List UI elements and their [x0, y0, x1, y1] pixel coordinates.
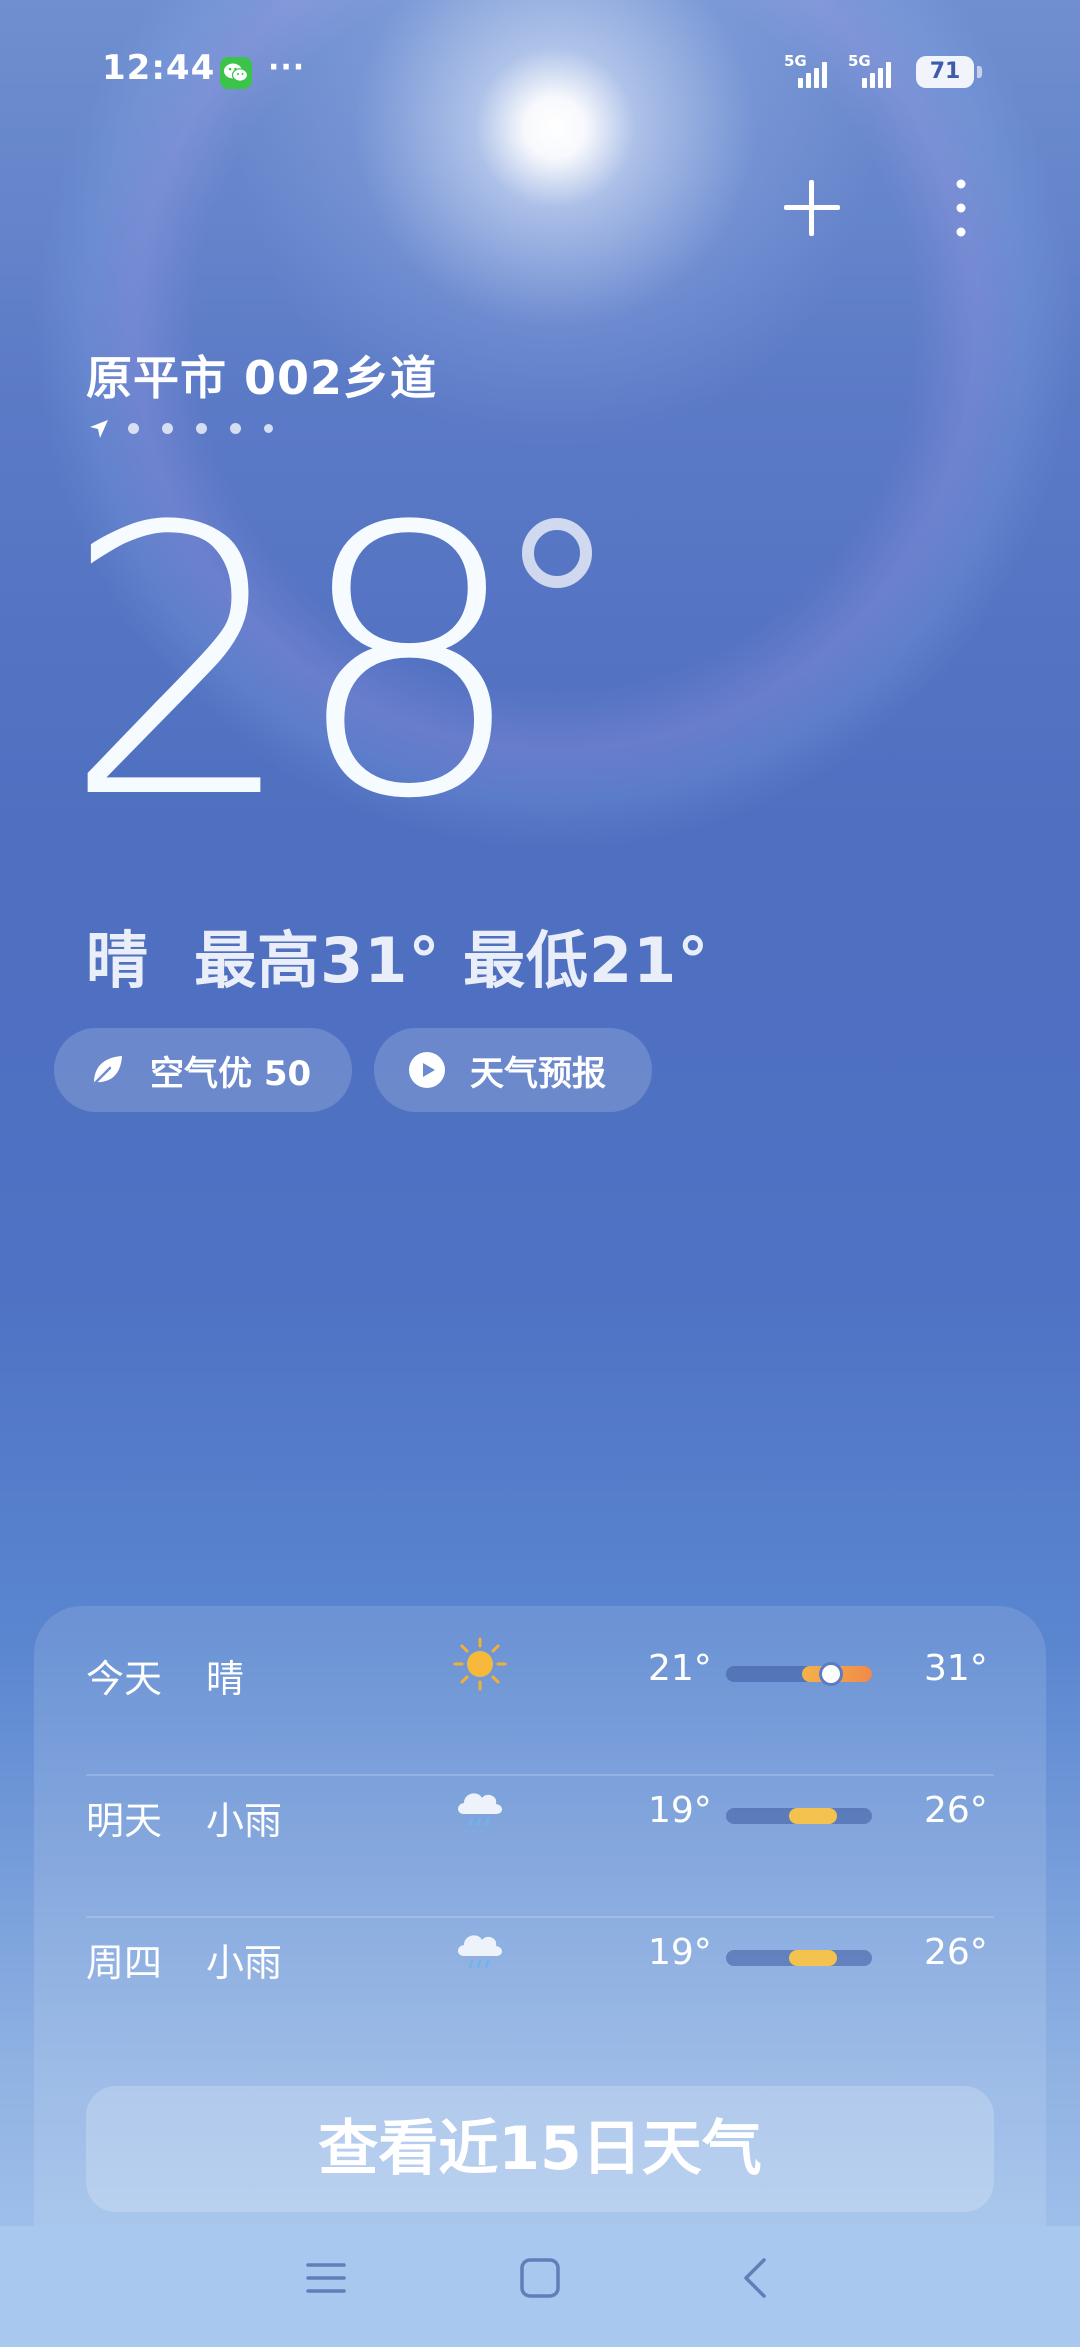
- weather-forecast-video-pill[interactable]: 天气预报: [374, 1028, 652, 1112]
- current-temperature-marker: [822, 1665, 841, 1683]
- menu-icon[interactable]: [306, 2256, 346, 2300]
- page-dot: [196, 423, 207, 434]
- temperature-range-fill: [788, 1950, 837, 1966]
- forecast-day: 明天: [86, 1799, 163, 1843]
- air-quality-label: 空气优 50: [150, 1053, 312, 1094]
- air-quality-pill[interactable]: 空气优 50: [54, 1028, 352, 1112]
- forecast-day: 周四: [86, 1941, 163, 1985]
- home-icon[interactable]: [519, 2256, 561, 2300]
- forecast-high: 26°: [924, 1790, 988, 1831]
- weather-forecast-label: 天气预报: [470, 1053, 606, 1094]
- forecast-condition: 小雨: [206, 1941, 283, 1985]
- forecast-row[interactable]: 明天 小雨 19° 26°: [34, 1748, 1046, 1888]
- add-city-button[interactable]: [782, 178, 842, 238]
- forecast-low: 19°: [648, 1790, 712, 1831]
- current-condition-summary: 晴 最高31° 最低21°: [86, 924, 710, 997]
- system-nav-bar: [0, 2226, 1080, 2347]
- location-name: 原平市 002乡道: [86, 351, 438, 405]
- page-dot: [230, 423, 241, 434]
- battery-cap: [977, 66, 982, 78]
- navigation-arrow-icon: [90, 420, 108, 438]
- forecast-condition: 晴: [206, 1657, 245, 1701]
- current-temperature: 28: [62, 450, 527, 880]
- more-menu-button[interactable]: [946, 176, 976, 240]
- page-dot: [264, 424, 273, 433]
- battery-icon: 71: [916, 56, 974, 88]
- leaf-icon: [92, 1056, 122, 1086]
- back-icon[interactable]: [740, 2256, 770, 2300]
- forecast-high: 31°: [924, 1648, 988, 1689]
- notification-more-indicator: ···: [268, 50, 306, 85]
- temperature-range-fill: [788, 1808, 837, 1824]
- forecast-condition: 小雨: [206, 1799, 283, 1843]
- page-dot: [128, 423, 139, 434]
- view-15-day-forecast-button[interactable]: 查看近15日天气: [86, 2086, 994, 2212]
- signal-icon: 5G: [848, 52, 892, 90]
- status-bar: 12:44 ··· 5G 5G 71: [0, 0, 1080, 150]
- wechat-icon: [220, 57, 252, 89]
- temperature-range-bar: [726, 1665, 872, 1683]
- forecast-low: 19°: [648, 1932, 712, 1973]
- forecast-low: 21°: [648, 1648, 712, 1689]
- plus-icon: [784, 180, 840, 236]
- signal-icon: 5G: [784, 52, 828, 90]
- temperature-range-bar: [726, 1808, 872, 1824]
- forecast-day: 今天: [86, 1657, 163, 1701]
- status-time: 12:44: [102, 48, 216, 88]
- more-vertical-icon: [956, 179, 966, 237]
- forecast-row[interactable]: 今天 晴 21° 31°: [34, 1606, 1046, 1746]
- rain-cloud-icon: [458, 1935, 502, 1969]
- forecast-card: 今天 晴 21° 31° 明天 小雨 19° 26° 周四 小雨 19° 26°…: [34, 1606, 1046, 2226]
- degree-symbol: [522, 518, 592, 588]
- sun-icon: [453, 1637, 507, 1691]
- rain-cloud-icon: [458, 1793, 502, 1827]
- temperature-range-bar: [726, 1950, 872, 1966]
- page-dot: [162, 423, 173, 434]
- play-icon: [409, 1052, 445, 1088]
- forecast-high: 26°: [924, 1932, 988, 1973]
- forecast-row[interactable]: 周四 小雨 19° 26°: [34, 1890, 1046, 2030]
